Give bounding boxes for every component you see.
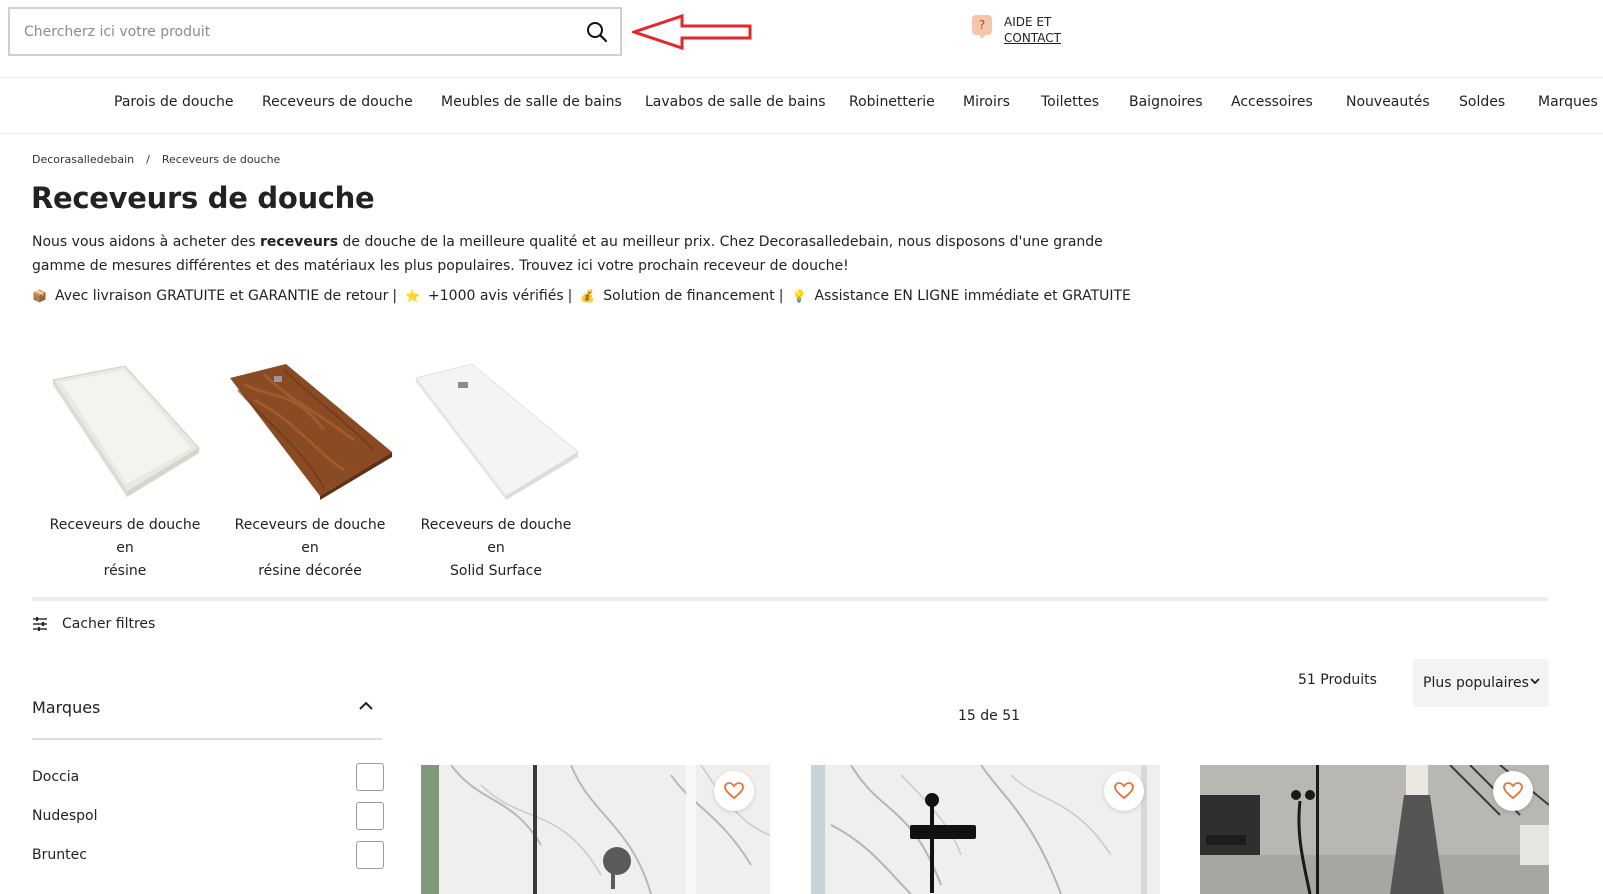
product-card[interactable]	[1200, 765, 1549, 894]
benefit-separator: |	[392, 288, 398, 304]
category-label-line2: résine	[103, 563, 147, 579]
category-solid-surface[interactable]: Receveurs de douche en Solid Surface	[410, 360, 582, 583]
breadcrumb-current: Receveurs de douche	[161, 153, 281, 166]
brand-label: Doccia	[32, 769, 80, 785]
nav-item-accessoires[interactable]: Accessoires	[1231, 94, 1313, 110]
search-input[interactable]	[24, 9, 564, 54]
benefit-reviews: +1000 avis vérifiés	[428, 288, 564, 304]
chevron-up-icon	[359, 701, 373, 710]
heart-icon	[724, 782, 744, 800]
nav-item-nouveautes[interactable]: Nouveautés	[1346, 94, 1430, 110]
search-icon	[587, 22, 608, 43]
benefits-bar: 📦 Avec livraison GRATUITE et GARANTIE de…	[32, 288, 1131, 304]
main-nav: Parois de douche Receveurs de douche Meu…	[0, 78, 1603, 134]
nav-item-robinetterie[interactable]: Robinetterie	[849, 94, 935, 110]
nav-item-toilettes[interactable]: Toilettes	[1041, 94, 1099, 110]
product-count: 51 Produits	[1298, 672, 1377, 688]
page-title: Receveurs de douche	[31, 181, 375, 215]
nav-item-soldes[interactable]: Soldes	[1459, 94, 1505, 110]
category-label-line2: résine décorée	[258, 563, 362, 579]
brand-checkbox[interactable]	[356, 802, 384, 830]
sort-selected-value: Plus populaires	[1423, 675, 1529, 691]
page-description: Nous vous aidons à acheter des receveurs…	[32, 234, 1103, 274]
category-label-line1: Receveurs de douche en	[234, 517, 386, 556]
help-line-1: AIDE ET	[1004, 15, 1052, 29]
category-label-line1: Receveurs de douche en	[420, 517, 572, 556]
nav-item-receveurs[interactable]: Receveurs de douche	[262, 94, 413, 110]
benefit-financing: Solution de financement	[603, 288, 775, 304]
money-bag-icon: 💰	[580, 289, 596, 303]
nav-item-lavabos[interactable]: Lavabos de salle de bains	[645, 94, 826, 110]
nav-item-miroirs[interactable]: Miroirs	[963, 94, 1010, 110]
help-contact-link[interactable]: ? AIDE ET CONTACT	[972, 14, 1061, 46]
breadcrumb: Decorasalledebain / Receveurs de douche	[32, 153, 280, 166]
help-line-2[interactable]: CONTACT	[1004, 30, 1061, 46]
nav-divider	[0, 133, 1603, 134]
favorite-button[interactable]	[714, 771, 754, 811]
brand-checkbox[interactable]	[356, 763, 384, 791]
star-icon: ⭐	[405, 289, 421, 303]
benefit-separator: |	[567, 288, 573, 304]
category-resine[interactable]: Receveurs de douche en résine	[39, 360, 211, 583]
hide-filters-button[interactable]: Cacher filtres	[32, 616, 155, 632]
nav-item-parois[interactable]: Parois de douche	[114, 94, 234, 110]
heart-icon	[1503, 782, 1523, 800]
category-label-line1: Receveurs de douche en	[49, 517, 201, 556]
brands-filter-header[interactable]: Marques	[32, 696, 382, 740]
favorite-button[interactable]	[1104, 771, 1144, 811]
brands-filter-title: Marques	[32, 698, 101, 717]
chevron-down-icon	[1530, 678, 1540, 685]
nav-item-meubles[interactable]: Meubles de salle de bains	[441, 94, 622, 110]
nav-item-marques[interactable]: Marques	[1538, 94, 1598, 110]
shower-tray-wood-image	[230, 364, 392, 500]
brand-filter-nudespol[interactable]: Nudespol	[32, 802, 384, 832]
benefit-assistance: Assistance EN LIGNE immédiate et GRATUIT…	[814, 288, 1131, 304]
breadcrumb-home[interactable]: Decorasalledebain	[32, 153, 134, 166]
product-card[interactable]	[421, 765, 770, 894]
brand-label: Bruntec	[32, 847, 87, 863]
category-label-line2: Solid Surface	[450, 563, 542, 579]
breadcrumb-separator: /	[146, 153, 150, 166]
nav-item-baignoires[interactable]: Baignoires	[1129, 94, 1203, 110]
benefit-separator: |	[778, 288, 784, 304]
category-resine-decoree[interactable]: Receveurs de douche en résine décorée	[224, 360, 396, 583]
brand-label: Nudespol	[32, 808, 98, 824]
heart-icon	[1114, 782, 1134, 800]
search-button[interactable]	[584, 19, 610, 45]
brand-checkbox[interactable]	[356, 841, 384, 869]
section-divider	[32, 597, 1548, 601]
sort-dropdown[interactable]: Plus populaires	[1413, 659, 1549, 707]
shower-tray-white-image	[52, 365, 200, 497]
benefit-delivery: Avec livraison GRATUITE et GARANTIE de r…	[54, 288, 389, 304]
filter-sliders-icon	[33, 617, 47, 631]
brand-filter-doccia[interactable]: Doccia	[32, 763, 384, 793]
annotation-arrow-icon	[632, 14, 752, 50]
shower-tray-solid-surface-image	[415, 363, 579, 500]
lightbulb-icon: 💡	[791, 289, 807, 303]
question-bubble-icon: ?	[972, 15, 992, 39]
pagination-status: 15 de 51	[958, 708, 1021, 724]
hide-filters-label: Cacher filtres	[62, 616, 156, 632]
product-card[interactable]	[811, 765, 1160, 894]
favorite-button[interactable]	[1493, 771, 1533, 811]
package-icon: 📦	[32, 289, 47, 303]
brand-filter-bruntec[interactable]: Bruntec	[32, 841, 384, 871]
search-box	[8, 7, 622, 56]
